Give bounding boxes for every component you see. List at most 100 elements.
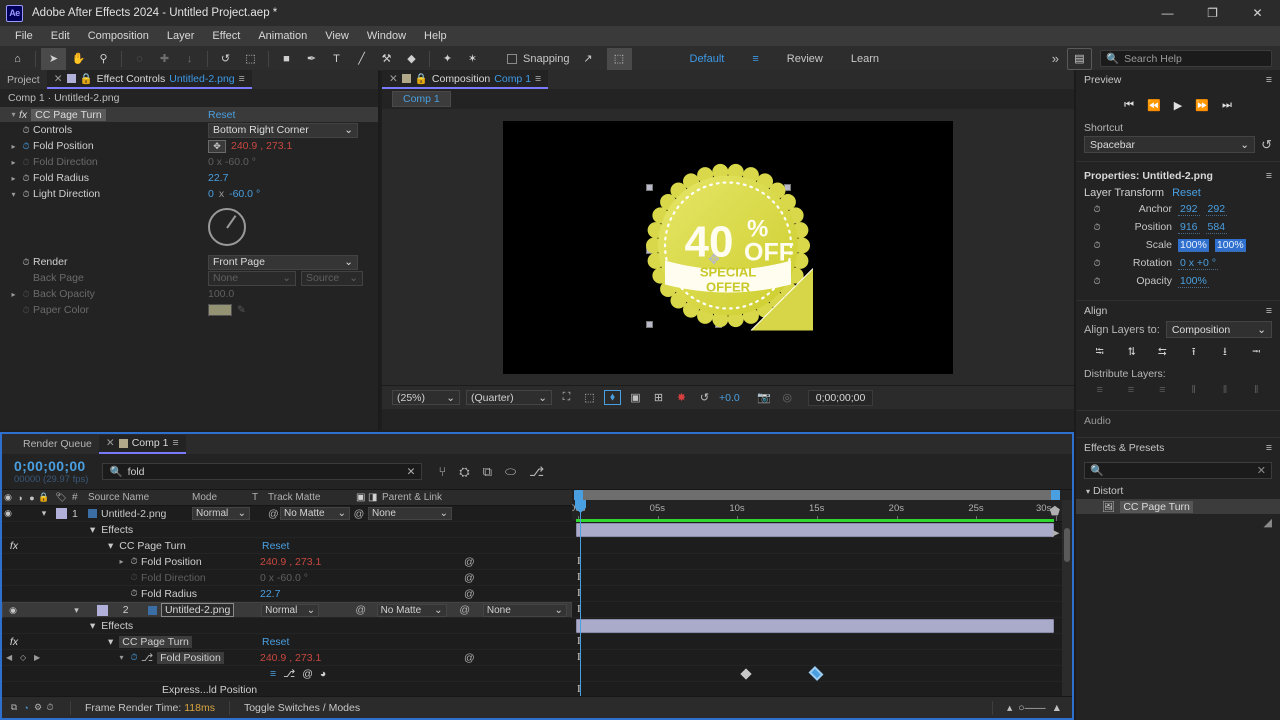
fx-row-paper-color[interactable]: ⏱ Paper Color ✎ (0, 302, 378, 318)
property-value-x[interactable]: 292 (1178, 203, 1200, 216)
property-pickwhip-icon[interactable]: @ (464, 556, 475, 568)
property-row-position[interactable]: ⏱ Position 916 584 (1076, 218, 1280, 236)
tab-project[interactable]: Project (0, 70, 47, 89)
fx-angle-deg[interactable]: -60.0 ° (229, 188, 260, 200)
effects-group-row-1[interactable]: ▾ Effects (2, 522, 572, 538)
chevron-right-icon[interactable]: ▾ (116, 653, 127, 662)
next-frame-button[interactable]: ⏩ (1195, 99, 1209, 112)
zoom-level-dropdown[interactable]: (25%) ⌄ (392, 390, 460, 405)
parent-link-dropdown[interactable]: None ⌄ (482, 603, 567, 617)
effect-reset-link[interactable]: Reset (262, 540, 289, 552)
effect-row-1[interactable]: fx ▾ CC Page Turn Reset (2, 538, 572, 554)
layer-keyframe-nav-icon[interactable]: ➤ (1050, 526, 1060, 540)
layer-label-color[interactable] (97, 604, 109, 616)
layer-duration-bar[interactable] (576, 523, 1054, 537)
align-left-icon[interactable]: ⭾ (1090, 344, 1110, 360)
track-matte-icon[interactable]: @ (355, 604, 367, 616)
fx-value[interactable]: 0 x -60.0 ° (208, 156, 256, 168)
chevron-down-icon[interactable]: ▾ (8, 110, 19, 119)
property-row-fold-direction-1[interactable]: ⏱ Fold Direction 0 x -60.0 ° @ (2, 570, 572, 586)
roto-brush-tool-icon[interactable]: ⬚ (238, 48, 263, 70)
align-vertical-center-icon[interactable]: ⭳ (1215, 344, 1235, 360)
fx-row-controls[interactable]: ⏱ Controls Bottom Right Corner ⌄ (0, 122, 378, 138)
timeline-layer-row-1[interactable]: ◉ ▾ 1 Untitled-2.png Normal ⌄ @ No Matte ⌄ @ None ⌄ (2, 506, 572, 522)
stopwatch-icon[interactable]: ⏱ (1090, 222, 1104, 233)
track-row[interactable] (572, 618, 1072, 634)
fx-point-value[interactable]: 240.9 , 273.1 (231, 140, 292, 152)
chevron-right-icon[interactable]: ▸ (116, 557, 127, 566)
keyframe-nav-prev-icon[interactable]: ◀ (6, 653, 12, 662)
layer-mode-dropdown[interactable]: Normal ⌄ (261, 603, 320, 617)
panel-menu-icon[interactable]: ≡ (535, 73, 541, 85)
chevron-right-icon[interactable]: ▸ (8, 158, 19, 167)
property-value-x[interactable]: 100% (1178, 238, 1209, 252)
stopwatch-icon[interactable]: ⏱ (1090, 240, 1104, 251)
pen-tool-icon[interactable]: ✒ (299, 48, 324, 70)
share-icon[interactable]: ▤ (1067, 47, 1092, 70)
property-row-fold-radius-1[interactable]: ⏱ Fold Radius 22.7 @ (2, 586, 572, 602)
effects-category-distort[interactable]: ▾ Distort (1076, 483, 1280, 499)
property-row-rotation[interactable]: ⏱ Rotation 0 x +0 ° (1076, 254, 1280, 272)
expression-language-menu-icon[interactable]: ◕ (320, 668, 326, 680)
effect-name-label[interactable]: CC Page Turn (119, 635, 192, 648)
clear-search-icon[interactable]: ✕ (407, 466, 416, 478)
track-row[interactable]: I (572, 554, 1072, 570)
panel-menu-icon[interactable]: ≡ (1266, 74, 1272, 86)
hide-shy-layers-icon[interactable]: ⧉ (483, 464, 492, 480)
align-right-icon[interactable]: ⮀ (1152, 344, 1172, 360)
eraser-tool-icon[interactable]: ◆ (399, 48, 424, 70)
exposure-value[interactable]: +0.0 (719, 392, 740, 404)
expression-graph-icon[interactable]: ⎇ (283, 668, 295, 680)
effects-group-row-2[interactable]: ▾ Effects (2, 618, 572, 634)
minimize-button[interactable]: — (1145, 0, 1190, 26)
keyframe-marker-selected[interactable] (808, 666, 824, 681)
menu-layer[interactable]: Layer (158, 28, 204, 44)
lock-icon[interactable]: 🔒 (415, 72, 428, 85)
fx-value[interactable]: ✥ 240.9 , 273.1 (208, 139, 292, 153)
fx-row-fold-radius[interactable]: ▸ ⏱ Fold Radius 22.7 (0, 170, 378, 186)
composition-canvas[interactable]: 40 % OFF SPECIAL OFFER ✥ (503, 120, 953, 374)
keyframe-marker[interactable] (740, 668, 752, 680)
property-value[interactable]: 0 x -60.0 ° (260, 572, 308, 584)
fx-value[interactable]: Bottom Right Corner ⌄ (208, 122, 358, 138)
fx-value[interactable]: Front Page ⌄ (208, 254, 358, 270)
property-row-opacity[interactable]: ⏱ Opacity 100% (1076, 272, 1280, 290)
puppet-starch-tool-icon[interactable]: ✶ (460, 48, 485, 70)
fx-angle-value[interactable]: 0 x -60.0 ° (208, 156, 256, 168)
tab-comp1[interactable]: ✕ Comp 1 ≡ (98, 434, 186, 454)
close-tab-icon[interactable]: ✕ (389, 73, 398, 85)
track-row[interactable] (572, 666, 1072, 682)
menu-help[interactable]: Help (415, 28, 456, 44)
fold-position-crosshair[interactable]: ✥ (708, 251, 720, 268)
property-value[interactable]: 22.7 (260, 588, 280, 600)
audio-toggle[interactable] (28, 602, 40, 618)
fx-angle-rev[interactable]: 0 (208, 188, 214, 200)
enable-frame-blending-icon[interactable]: ⬭ (505, 464, 516, 480)
maximize-button[interactable]: ❐ (1190, 0, 1235, 26)
fx-dropdown-backpage[interactable]: None ⌄ (208, 270, 296, 286)
fx-value[interactable]: ✎ (208, 304, 246, 316)
property-value-x[interactable]: 100% (1178, 275, 1209, 288)
search-help-input[interactable]: 🔍 Search Help (1100, 50, 1272, 67)
stopwatch-icon[interactable]: ⏱ (19, 125, 33, 136)
workspace-learn[interactable]: Learn (851, 53, 879, 65)
track-row[interactable]: I (572, 586, 1072, 602)
hand-tool-icon[interactable]: ✋ (66, 48, 91, 70)
stopwatch-icon[interactable]: ⏱ (1090, 258, 1104, 269)
property-value-y[interactable]: 100% (1214, 238, 1246, 252)
graph-editor-icon[interactable]: ⎇ (529, 464, 544, 480)
snapping-group[interactable]: Snapping ↗ ⬚ (507, 47, 632, 70)
stopwatch-icon[interactable]: ⏱ (1090, 204, 1104, 215)
chevron-down-icon[interactable]: ▾ (90, 524, 95, 536)
layer-transform-reset[interactable]: Reset (1172, 187, 1201, 199)
close-tab-icon[interactable]: ✕ (106, 437, 115, 449)
fx-value[interactable]: 100.0 (208, 288, 234, 300)
property-value-x[interactable]: 916 (1178, 221, 1200, 234)
menu-composition[interactable]: Composition (79, 28, 158, 44)
align-layers-to-dropdown[interactable]: Composition ⌄ (1165, 321, 1272, 338)
close-button[interactable]: ✕ (1235, 0, 1280, 26)
parent-link-dropdown[interactable]: None ⌄ (368, 507, 452, 520)
fx-value[interactable]: None ⌄ Source ⌄ (208, 270, 363, 286)
stopwatch-icon[interactable]: ⏱ (127, 556, 141, 567)
property-pickwhip-icon[interactable]: @ (464, 588, 475, 600)
